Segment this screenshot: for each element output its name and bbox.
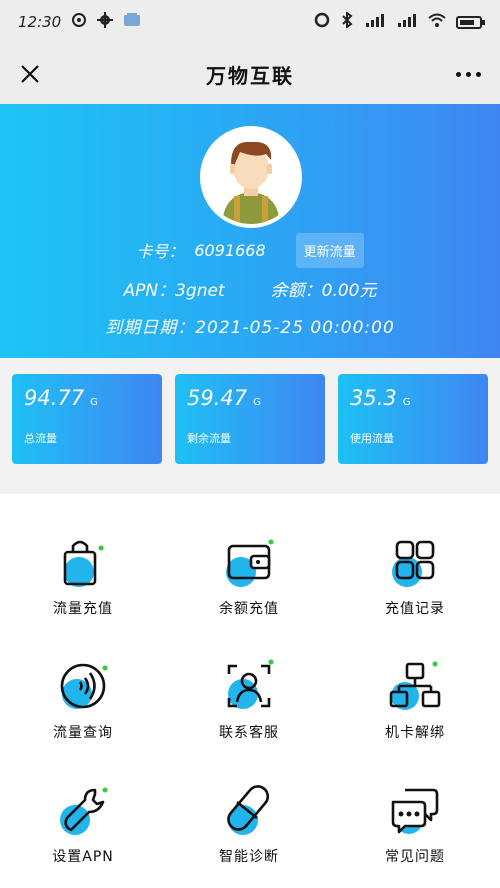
- sync-icon: [71, 12, 87, 32]
- expiry-row: 到期日期：2021-05-25 00:00:00: [0, 313, 500, 343]
- title-bar: 万物互联: [0, 44, 500, 104]
- menu-customer-service[interactable]: 联系客服: [166, 618, 332, 742]
- menu-label: 设置APN: [52, 849, 114, 865]
- signal-icon-2: [396, 12, 418, 32]
- stat-unit: G: [90, 397, 98, 408]
- traffic-stats: 94.77 G 总流量 59.47 G 剩余流量 35.3 G 使用流量: [0, 358, 500, 480]
- stat-value: 94.77: [24, 386, 85, 410]
- more-dot-icon: [465, 71, 471, 77]
- avatar-person-icon: [204, 130, 298, 224]
- apn-balance-row: APN：3gnet 余额：0.00元: [0, 276, 500, 306]
- menu-recharge-records[interactable]: 充值记录: [332, 494, 498, 618]
- stat-label: 总流量: [24, 432, 57, 445]
- function-menu: 流量充值 余额充值 充值记录 流量查询 联系客服 机卡解绑 设置APN 智能诊断…: [0, 494, 500, 888]
- apn-value: 3gnet: [175, 281, 225, 301]
- grid-apps-icon: [392, 540, 435, 587]
- chat-bubbles-icon: [391, 788, 439, 834]
- remaining-traffic-card: 59.47 G 剩余流量: [175, 374, 325, 464]
- stat-label: 剩余流量: [187, 432, 231, 445]
- menu-label: 常见问题: [385, 849, 445, 865]
- menu-label: 余额充值: [219, 601, 279, 617]
- signal-icon-1: [364, 12, 386, 32]
- menu-set-apn[interactable]: 设置APN: [0, 742, 166, 866]
- more-menu-button[interactable]: [450, 58, 486, 90]
- menu-label: 智能诊断: [219, 849, 279, 865]
- used-traffic-card: 35.3 G 使用流量: [338, 374, 488, 464]
- menu-label: 联系客服: [219, 725, 279, 741]
- menu-faq[interactable]: 常见问题: [332, 742, 498, 866]
- balance-label: 余额：: [270, 281, 322, 301]
- expiry-value: 2021-05-25 00:00:00: [195, 318, 395, 338]
- shopping-bag-icon: [63, 540, 104, 587]
- battery-icon: [456, 15, 485, 29]
- total-traffic-card: 94.77 G 总流量: [12, 374, 162, 464]
- menu-label: 机卡解绑: [385, 725, 445, 741]
- page-title: 万物互联: [206, 63, 294, 88]
- menu-label: 充值记录: [385, 601, 445, 617]
- menu-label: 流量查询: [53, 725, 113, 741]
- menu-traffic-query[interactable]: 流量查询: [0, 618, 166, 742]
- wifi-icon: [428, 12, 446, 32]
- refresh-traffic-button[interactable]: 更新流量: [295, 232, 364, 268]
- status-bar: 12:30: [0, 0, 500, 44]
- menu-smart-diagnosis[interactable]: 智能诊断: [166, 742, 332, 866]
- close-icon: [21, 65, 39, 83]
- menu-label: 流量充值: [53, 601, 113, 617]
- stat-unit: G: [253, 397, 261, 408]
- more-dot-icon: [475, 71, 481, 77]
- stat-unit: G: [402, 397, 411, 408]
- balance-info: 余额：0.00元: [271, 276, 377, 306]
- card-number-row: 卡号： 6091668 更新流量: [0, 230, 500, 270]
- profile-header: 卡号： 6091668 更新流量 APN：3gnet 余额：0.00元 到期日期…: [0, 104, 500, 358]
- avatar: [200, 126, 302, 228]
- balance-value: 0.00元: [321, 281, 377, 301]
- stat-value: 35.3: [350, 386, 397, 410]
- menu-balance-recharge[interactable]: 余额充值: [166, 494, 332, 618]
- menu-unbind-card[interactable]: 机卡解绑: [332, 618, 498, 742]
- wallet-icon: [226, 539, 274, 587]
- apn-info: APN：3gnet: [124, 276, 225, 306]
- menu-traffic-recharge[interactable]: 流量充值: [0, 494, 166, 618]
- signal-waves-icon: [60, 663, 108, 709]
- more-dot-icon: [455, 71, 461, 77]
- card-number-label: 卡号：: [136, 242, 185, 261]
- card-number-value: 6091668: [194, 240, 266, 260]
- app-notification-icon: [123, 12, 141, 32]
- wrench-icon: [60, 787, 108, 835]
- org-chart-icon: [389, 661, 441, 710]
- status-time: 12:30: [18, 13, 62, 31]
- alarm-icon: [314, 12, 330, 32]
- gear-icon: [97, 12, 114, 32]
- expiry-label: 到期日期：: [105, 318, 196, 338]
- customer-service-icon: [227, 659, 274, 709]
- capsule-icon: [227, 785, 270, 835]
- stat-label: 使用流量: [350, 432, 394, 445]
- bluetooth-icon: [340, 11, 354, 32]
- close-button[interactable]: [14, 58, 46, 90]
- stat-value: 59.47: [187, 386, 248, 410]
- apn-label: APN：: [123, 281, 176, 301]
